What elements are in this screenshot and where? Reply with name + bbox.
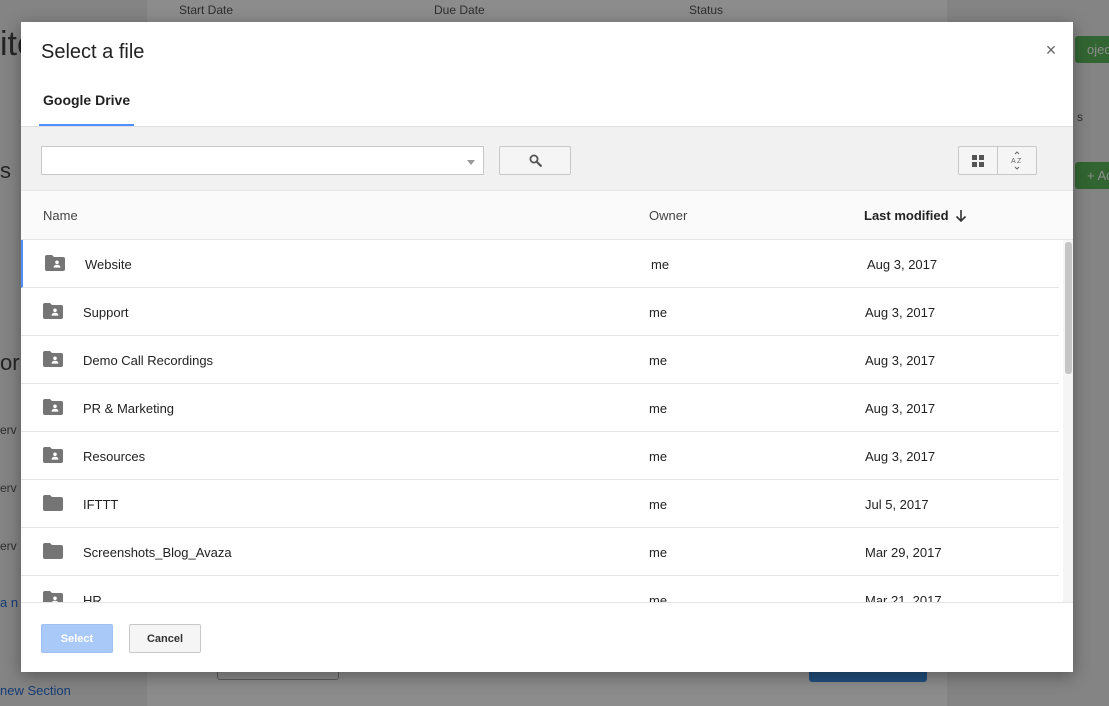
toolbar: A Z	[21, 127, 1073, 191]
shared-folder-icon	[43, 303, 63, 322]
search-dropdown-icon[interactable]	[467, 160, 475, 165]
file-row[interactable]: Screenshots_Blog_Avaza me Mar 29, 2017	[21, 528, 1059, 576]
shared-folder-icon	[45, 255, 65, 274]
file-owner: me	[649, 353, 668, 368]
file-row[interactable]: Resources me Aug 3, 2017	[21, 432, 1059, 480]
shared-folder-icon	[43, 447, 63, 466]
list-scrollbar[interactable]	[1063, 240, 1073, 602]
shared-folder-icon	[43, 591, 63, 602]
file-owner: me	[649, 497, 668, 512]
file-name: HR	[83, 593, 102, 602]
search-input[interactable]	[42, 147, 483, 174]
file-name: Screenshots_Blog_Avaza	[83, 545, 232, 560]
file-modified-date: Aug 3, 2017	[865, 305, 936, 320]
column-header-name[interactable]: Name	[43, 208, 78, 223]
file-row[interactable]: Demo Call Recordings me Aug 3, 2017	[21, 336, 1059, 384]
file-modified-date: Aug 3, 2017	[865, 449, 936, 464]
file-name: IFTTT	[83, 497, 119, 512]
grid-view-button[interactable]	[958, 146, 998, 175]
file-modified-date: Aug 3, 2017	[865, 401, 936, 416]
file-row[interactable]: Support me Aug 3, 2017	[21, 288, 1059, 336]
dialog-footer: Select Cancel	[21, 602, 1073, 672]
shared-folder-icon	[43, 399, 63, 418]
file-picker-dialog: Select a file × Google Drive A Z Name Ow…	[21, 22, 1073, 672]
list-header: Name Owner Last modified	[21, 191, 1073, 240]
file-owner: me	[649, 593, 668, 602]
shared-folder-icon	[43, 351, 63, 370]
file-name: Website	[85, 257, 132, 272]
dialog-title: Select a file	[41, 41, 145, 63]
file-owner: me	[649, 401, 668, 416]
svg-text:Z: Z	[1017, 158, 1022, 165]
folder-icon	[43, 495, 63, 514]
grid-icon	[972, 154, 984, 167]
folder-icon	[43, 543, 63, 562]
column-header-last-modified[interactable]: Last modified	[864, 208, 967, 223]
file-modified-date: Aug 3, 2017	[867, 257, 938, 272]
file-row[interactable]: IFTTT me Jul 5, 2017	[21, 480, 1059, 528]
sort-button[interactable]: A Z	[997, 146, 1037, 175]
column-header-owner[interactable]: Owner	[649, 208, 687, 223]
column-header-last-modified-label: Last modified	[864, 208, 949, 223]
file-list: Website me Aug 3, 2017 Support me Aug 3, 2017…	[21, 240, 1073, 602]
file-modified-date: Aug 3, 2017	[865, 353, 936, 368]
search-icon	[529, 154, 542, 167]
file-modified-date: Mar 21, 2017	[865, 593, 942, 602]
svg-text:A: A	[1011, 158, 1016, 165]
file-owner: me	[651, 257, 670, 272]
close-button[interactable]: ×	[1041, 40, 1061, 60]
file-modified-date: Mar 29, 2017	[865, 545, 942, 560]
file-owner: me	[649, 305, 668, 320]
file-owner: me	[649, 545, 668, 560]
arrow-down-icon	[955, 210, 966, 222]
file-name: Support	[83, 305, 129, 320]
select-button[interactable]: Select	[41, 624, 113, 653]
search-button[interactable]	[499, 146, 571, 175]
file-row[interactable]: Website me Aug 3, 2017	[21, 240, 1059, 288]
scrollbar-thumb[interactable]	[1065, 242, 1072, 374]
sort-az-icon: A Z	[1011, 150, 1022, 170]
file-name: Resources	[83, 449, 146, 464]
file-row[interactable]: PR & Marketing me Aug 3, 2017	[21, 384, 1059, 432]
search-box	[41, 146, 484, 175]
cancel-button[interactable]: Cancel	[129, 624, 201, 653]
file-name: PR & Marketing	[83, 401, 175, 416]
file-modified-date: Jul 5, 2017	[865, 497, 929, 512]
file-owner: me	[649, 449, 668, 464]
file-name: Demo Call Recordings	[83, 353, 214, 368]
file-row[interactable]: HR me Mar 21, 2017	[21, 576, 1059, 602]
tab-google-drive[interactable]: Google Drive	[39, 92, 135, 126]
